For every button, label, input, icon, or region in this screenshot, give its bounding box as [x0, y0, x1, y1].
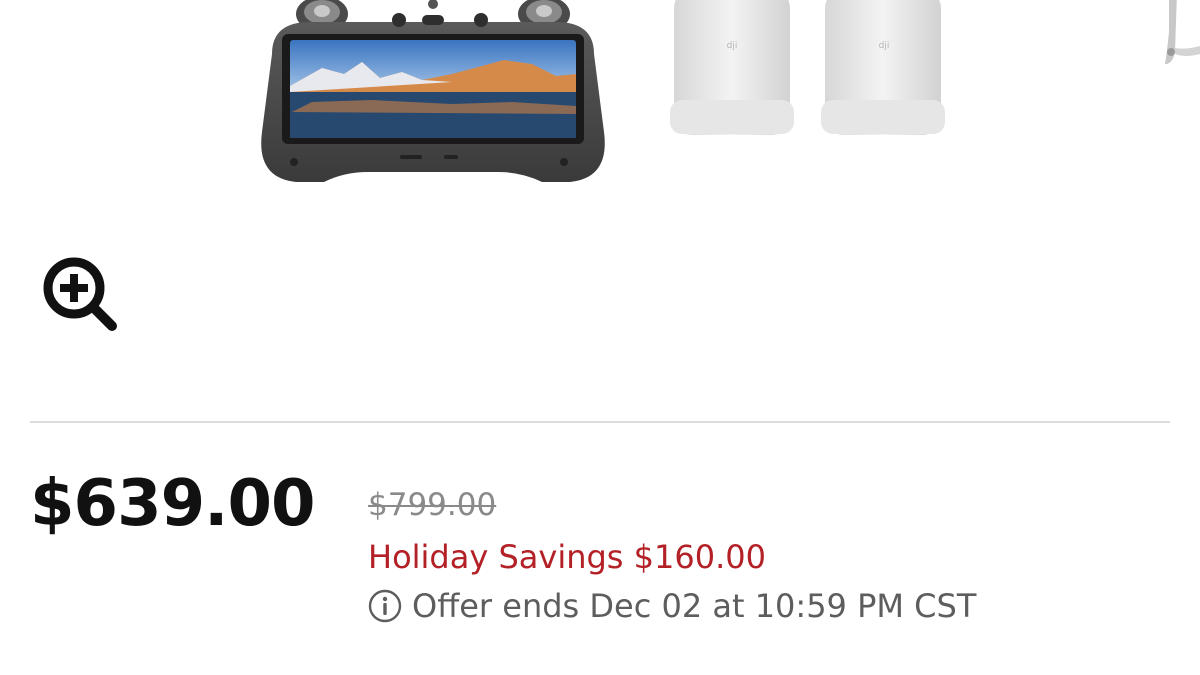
- offer-expiry: Offer ends Dec 02 at 10:59 PM CST: [368, 587, 976, 625]
- info-icon[interactable]: [368, 589, 402, 623]
- original-price: $799.00: [368, 487, 497, 523]
- propeller-image: [1165, 0, 1200, 64]
- svg-text:dji: dji: [727, 41, 738, 51]
- holiday-savings: Holiday Savings $160.00: [368, 538, 766, 576]
- remote-controller-image: [261, 0, 605, 182]
- zoom-in-icon[interactable]: [40, 256, 120, 332]
- current-price: $639.00: [30, 467, 315, 541]
- product-image-gallery[interactable]: dji dji: [0, 0, 1200, 240]
- offer-expiry-text: Offer ends Dec 02 at 10:59 PM CST: [412, 587, 977, 625]
- intelligent-flight-battery-image: dji dji: [670, 0, 945, 135]
- section-divider: [30, 421, 1170, 423]
- svg-text:dji: dji: [879, 41, 890, 51]
